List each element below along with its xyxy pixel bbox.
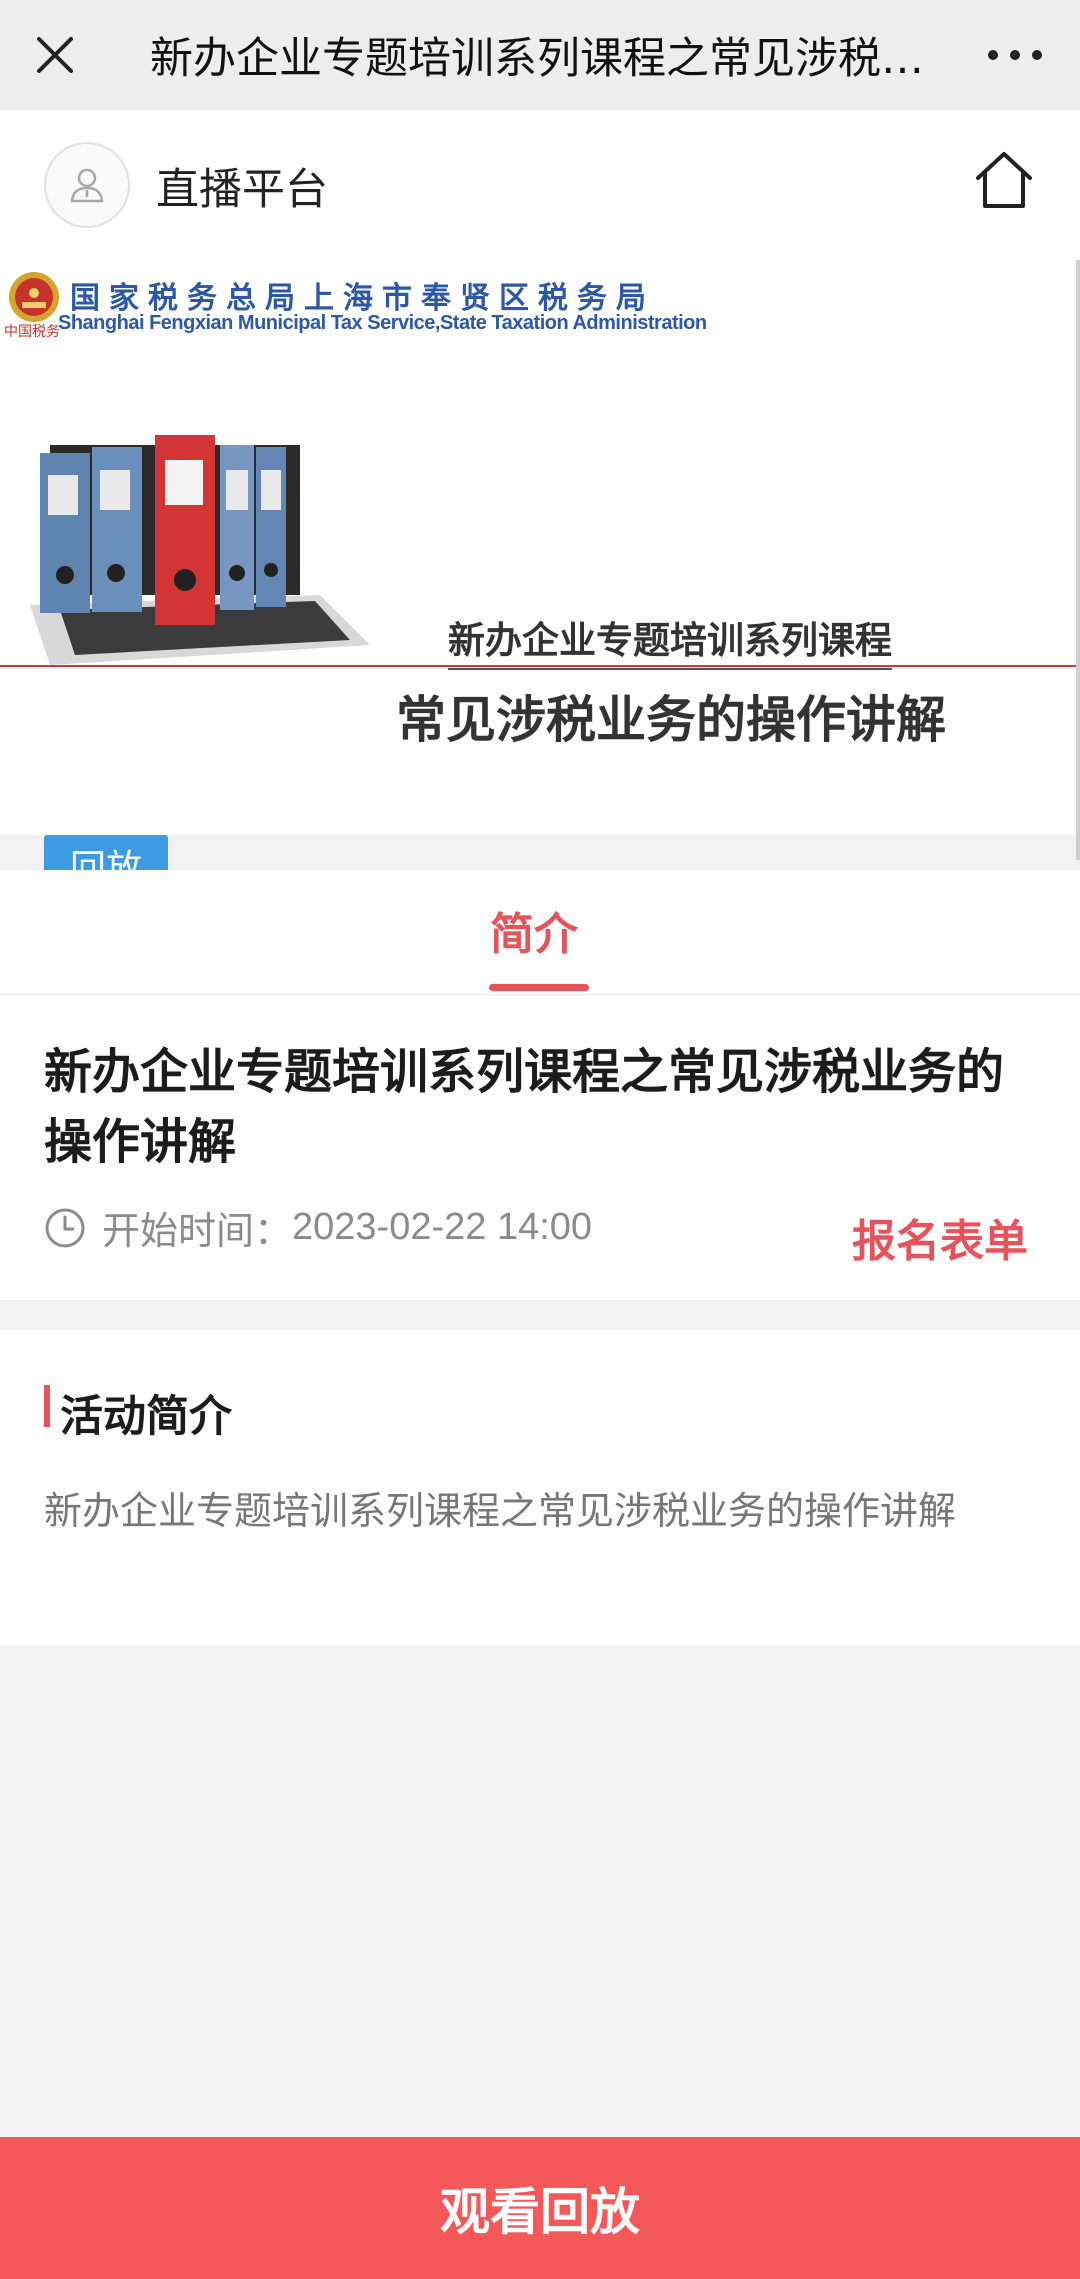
tab-active-indicator [489,984,589,991]
watch-replay-label: 观看回放 [440,2183,640,2241]
top-nav-bar: 新办企业专题培训系列课程之常见涉税业务的操作讲解 [0,0,1080,110]
watch-replay-button[interactable]: 观看回放 [0,2137,1080,2279]
user-avatar-icon [70,168,104,203]
tab-intro[interactable]: 简介 [490,898,578,962]
clock-icon [45,1208,85,1247]
tax-emblem-icon [9,272,59,322]
start-time-value: 2023-02-22 14:00 [292,1206,593,1248]
course-banner: 中国税务 国家税务总局上海市奉贤区税务局 Shanghai Fengxian M… [0,255,1080,835]
banner-subtitle: 新办企业专题培训系列课程 [448,610,892,670]
platform-name: 直播平台 [156,165,328,215]
close-button[interactable] [0,0,110,110]
more-icon [988,50,998,60]
platform-header: 直播平台 [0,110,1080,255]
laptop-binders-illustration [30,435,370,665]
scrollbar[interactable] [1076,260,1080,860]
course-info: 新办企业专题培训系列课程之常见涉税业务的操作讲解 开始时间： 2023-02-2… [0,995,1080,1300]
banner-main-title: 常见涉税业务的操作讲解 [396,691,946,749]
close-icon [37,37,73,73]
page-title: 新办企业专题培训系列课程之常见涉税业务的操作讲解 [150,34,950,84]
activity-section: 活动简介 新办企业专题培训系列课程之常见涉税业务的操作讲解 [0,1330,1080,1645]
bureau-name-cn: 国家税务总局上海市奉贤区税务局 [70,281,655,316]
start-time-label: 开始时间： [102,1209,293,1253]
bureau-name-en: Shanghai Fengxian Municipal Tax Service,… [58,312,707,334]
start-time-row: 开始时间： 2023-02-22 14:00 [44,1200,592,1255]
user-avatar[interactable] [44,142,130,228]
tab-bar: 简介 [0,870,1080,995]
section-accent-bar [44,1385,50,1427]
home-icon[interactable] [972,148,1036,212]
signup-form-link[interactable]: 报名表单 [852,1205,1028,1269]
activity-description: 新办企业专题培训系列课程之常见涉税业务的操作讲解 [44,1489,957,1533]
course-title: 新办企业专题培训系列课程之常见涉税业务的操作讲解 [44,1044,1005,1170]
more-button[interactable] [950,0,1080,110]
activity-section-title: 活动简介 [60,1392,232,1442]
emblem-text: 中国税务 [4,324,60,340]
